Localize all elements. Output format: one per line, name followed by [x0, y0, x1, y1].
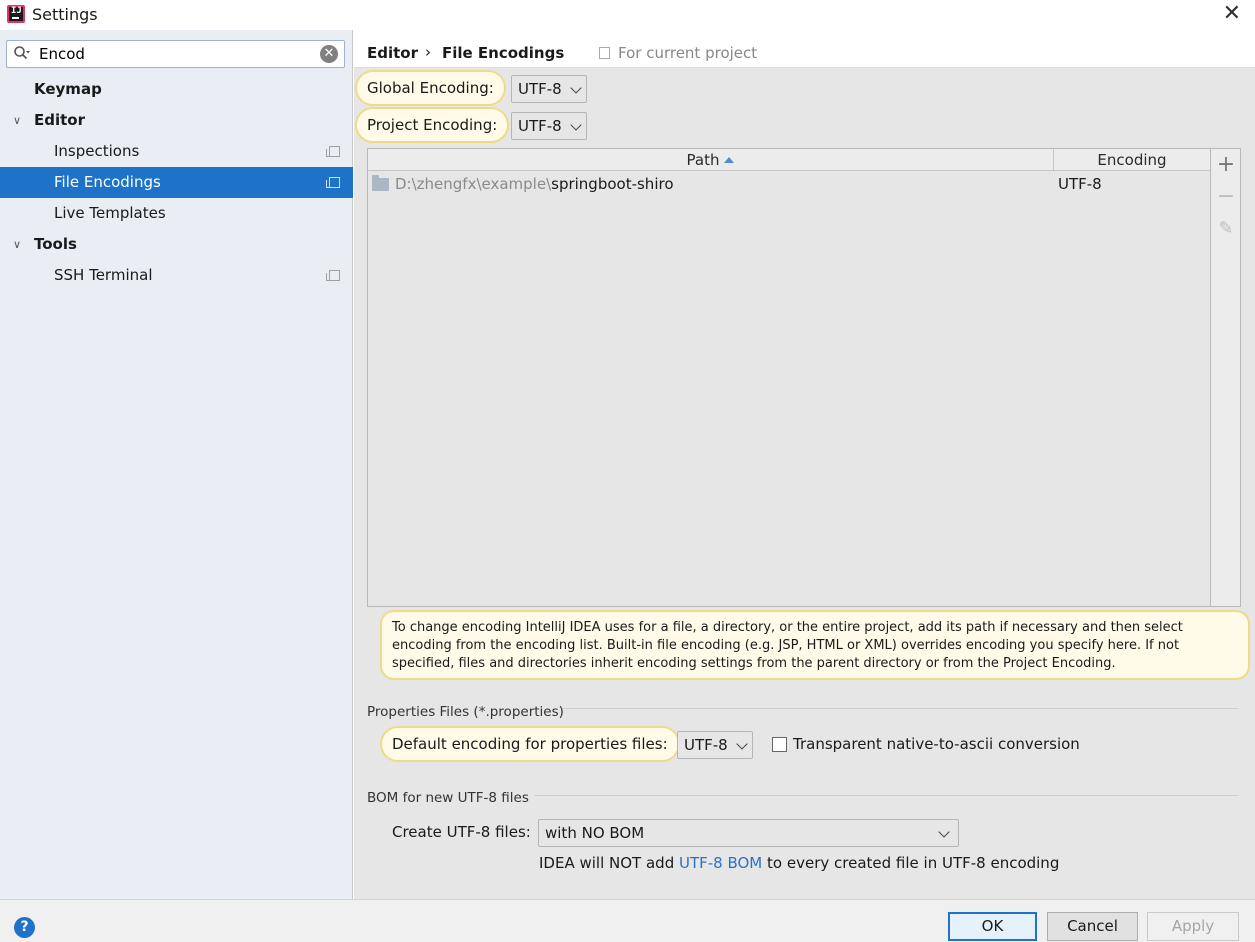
- table-header: Path Encoding: [368, 149, 1210, 171]
- dialog-footer: ? OK Cancel Apply: [0, 899, 1255, 942]
- project-encoding-value: UTF-8: [518, 117, 562, 135]
- apply-button[interactable]: Apply: [1147, 912, 1239, 941]
- transparent-conversion-label: Transparent native-to-ascii conversion: [793, 735, 1080, 753]
- properties-encoding-value: UTF-8: [684, 736, 728, 754]
- chevron-down-icon[interactable]: ∨: [13, 105, 21, 136]
- bom-value: with NO BOM: [545, 824, 645, 842]
- breadcrumb-editor: Editor: [367, 44, 418, 62]
- add-icon[interactable]: +: [1211, 151, 1241, 179]
- close-icon[interactable]: ✕: [1223, 3, 1241, 25]
- transparent-conversion-checkbox[interactable]: [772, 737, 787, 752]
- path-encoding-table[interactable]: Path Encoding D:\zhengfx\example\springb…: [367, 148, 1211, 607]
- global-encoding-label: Global Encoding:: [355, 70, 506, 106]
- table-toolbar: + − ✎: [1211, 148, 1241, 607]
- cancel-button[interactable]: Cancel: [1047, 912, 1138, 941]
- page-title: File Encodings: [442, 44, 565, 62]
- utf8-bom-link[interactable]: UTF-8 BOM: [679, 854, 762, 872]
- search-box[interactable]: ✕: [6, 40, 345, 68]
- tree-item-ssh-terminal[interactable]: SSH Terminal: [0, 260, 353, 291]
- tree-item-tools[interactable]: ∨ Tools: [0, 229, 353, 260]
- file-encodings-panel: Editor › File Encodings For current proj…: [354, 30, 1255, 899]
- global-encoding-select[interactable]: UTF-8: [511, 75, 587, 103]
- tree-item-keymap[interactable]: Keymap: [0, 74, 353, 105]
- tree-item-live-templates[interactable]: Live Templates: [0, 198, 353, 229]
- chevron-down-icon: [570, 82, 582, 94]
- settings-sidebar: ✕ Keymap ∨ Editor Inspections File Encod…: [0, 30, 353, 899]
- window-title: Settings: [32, 5, 98, 24]
- search-input[interactable]: [39, 43, 319, 65]
- column-header-encoding[interactable]: Encoding: [1054, 149, 1210, 171]
- group-divider: [562, 708, 1238, 709]
- tree-item-label: Tools: [34, 235, 77, 253]
- tree-item-label: File Encodings: [54, 173, 161, 191]
- breadcrumb-separator: ›: [425, 43, 431, 61]
- chevron-down-icon: [938, 826, 950, 838]
- tree-item-inspections[interactable]: Inspections: [0, 136, 353, 167]
- project-scope-icon: [326, 146, 340, 157]
- sort-ascending-icon: [724, 157, 735, 163]
- ok-button[interactable]: OK: [948, 912, 1037, 941]
- create-utf8-label: Create UTF-8 files:: [392, 823, 531, 841]
- chevron-down-icon: [570, 119, 582, 131]
- bom-group-title: BOM for new UTF-8 files: [367, 790, 529, 806]
- global-encoding-value: UTF-8: [518, 80, 562, 98]
- info-tooltip: To change encoding IntelliJ IDEA uses fo…: [380, 610, 1250, 680]
- bom-select[interactable]: with NO BOM: [538, 819, 959, 847]
- row-path: D:\zhengfx\example\springboot-shiro: [395, 175, 674, 193]
- title-bar: IJ Settings ✕: [0, 0, 1255, 30]
- tree-item-label: Keymap: [34, 80, 102, 98]
- table-row[interactable]: D:\zhengfx\example\springboot-shiro UTF-…: [368, 171, 1210, 197]
- clear-search-icon[interactable]: ✕: [320, 45, 338, 63]
- edit-icon[interactable]: ✎: [1211, 215, 1241, 243]
- group-divider: [534, 795, 1238, 796]
- bom-note: IDEA will NOT add UTF-8 BOM to every cre…: [539, 854, 1060, 872]
- chevron-down-icon: [736, 738, 748, 750]
- project-encoding-label: Project Encoding:: [355, 107, 510, 143]
- properties-encoding-label: Default encoding for properties files:: [380, 726, 680, 762]
- tree-item-label: Inspections: [54, 142, 140, 160]
- project-scope-label: For current project: [599, 44, 757, 62]
- row-encoding[interactable]: UTF-8: [1058, 171, 1102, 197]
- properties-group-title: Properties Files (*.properties): [367, 704, 564, 720]
- project-scope-icon: [326, 177, 340, 188]
- help-icon[interactable]: ?: [14, 917, 35, 938]
- tree-item-editor[interactable]: ∨ Editor: [0, 105, 353, 136]
- remove-icon[interactable]: −: [1211, 183, 1241, 211]
- breadcrumb: Editor › File Encodings For current proj…: [354, 30, 1255, 68]
- folder-icon: [372, 175, 389, 191]
- search-icon[interactable]: [13, 45, 31, 63]
- column-header-path[interactable]: Path: [368, 149, 1054, 171]
- chevron-down-icon[interactable]: ∨: [13, 229, 21, 260]
- settings-tree: Keymap ∨ Editor Inspections File Encodin…: [0, 74, 353, 291]
- tree-item-label: SSH Terminal: [54, 266, 153, 284]
- project-encoding-select[interactable]: UTF-8: [511, 112, 587, 140]
- intellij-app-icon: IJ: [7, 5, 25, 23]
- tree-item-file-encodings[interactable]: File Encodings: [0, 167, 353, 198]
- properties-encoding-select[interactable]: UTF-8: [677, 731, 753, 759]
- tree-item-label: Editor: [34, 111, 85, 129]
- project-scope-icon: [326, 270, 340, 281]
- tree-item-label: Live Templates: [54, 204, 166, 222]
